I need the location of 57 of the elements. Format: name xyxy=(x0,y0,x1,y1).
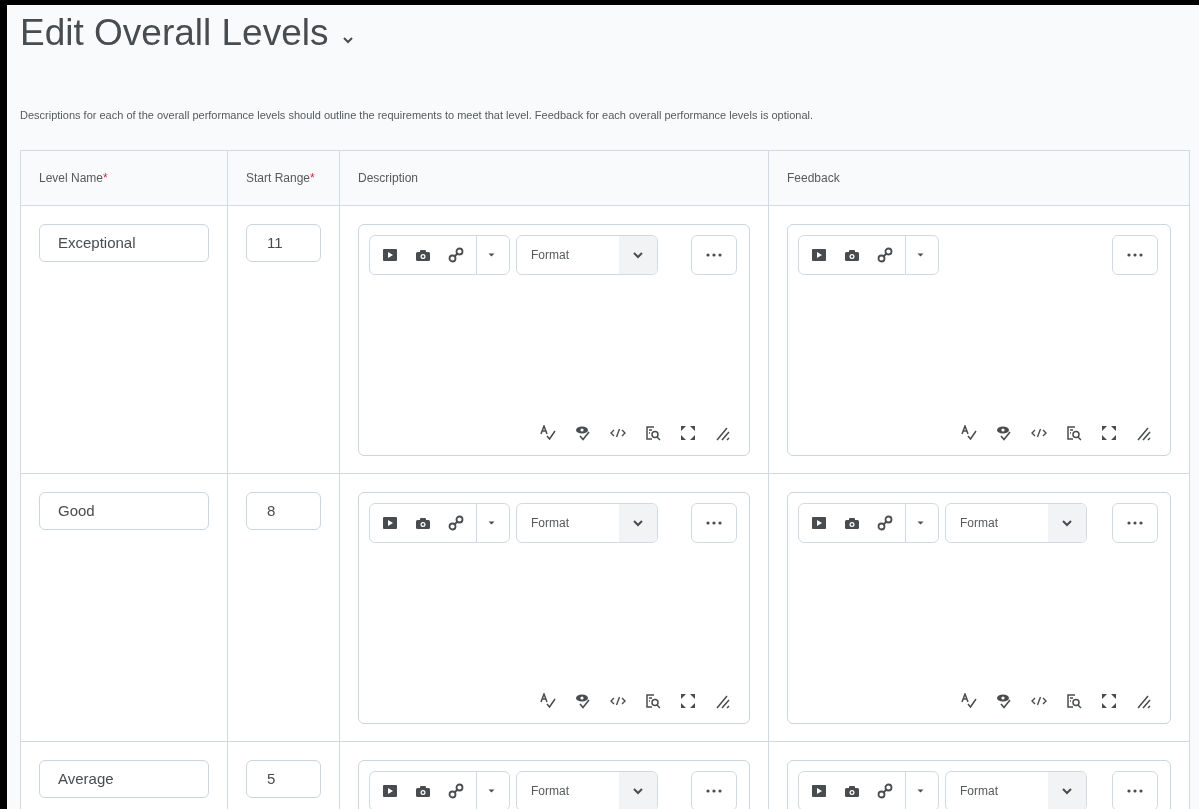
fullscreen-icon[interactable] xyxy=(1101,424,1117,441)
rich-text-editor[interactable]: Format xyxy=(358,491,750,724)
fullscreen-icon[interactable] xyxy=(680,692,696,709)
intro-text: Descriptions for each of the overall performance levels should outline the requirements to meet that level. Feedback for each overall performance levels is optional. xyxy=(20,108,815,123)
column-header: Feedback xyxy=(787,170,840,185)
page-title: Edit Overall Levels xyxy=(20,11,329,55)
format-dropdown[interactable]: Format xyxy=(516,234,658,275)
preview-icon[interactable] xyxy=(1066,424,1082,441)
preview-icon[interactable] xyxy=(645,424,661,441)
link-icon[interactable] xyxy=(448,782,464,799)
more-icon xyxy=(706,252,722,257)
format-dropdown[interactable]: Format xyxy=(945,770,1087,809)
link-icon[interactable] xyxy=(877,246,893,263)
start-range-input[interactable]: 5 xyxy=(246,759,321,798)
start-range-input[interactable]: 11 xyxy=(246,223,321,262)
eye-check-icon[interactable] xyxy=(575,692,591,709)
video-icon[interactable] xyxy=(811,782,827,799)
spellcheck-icon[interactable] xyxy=(961,424,977,441)
spellcheck-icon[interactable] xyxy=(540,692,556,709)
link-icon[interactable] xyxy=(877,782,893,799)
more-icon xyxy=(706,520,722,525)
level-name-input[interactable]: Exceptional xyxy=(39,223,209,262)
eye-check-icon[interactable] xyxy=(996,424,1012,441)
video-icon[interactable] xyxy=(382,246,398,263)
link-icon[interactable] xyxy=(877,514,893,531)
eye-check-icon[interactable] xyxy=(996,692,1012,709)
rich-text-editor[interactable]: Format xyxy=(358,223,750,456)
video-icon[interactable] xyxy=(811,246,827,263)
start-range-input[interactable]: 8 xyxy=(246,491,321,530)
fullscreen-icon[interactable] xyxy=(680,424,696,441)
more-icon xyxy=(706,788,722,793)
format-dropdown[interactable]: Format xyxy=(516,502,658,543)
spellcheck-icon[interactable] xyxy=(961,692,977,709)
video-icon[interactable] xyxy=(811,514,827,531)
more-icon xyxy=(1127,252,1143,257)
rich-text-editor[interactable]: Format xyxy=(358,759,750,809)
spellcheck-icon[interactable] xyxy=(540,424,556,441)
preview-icon[interactable] xyxy=(1066,692,1082,709)
video-icon[interactable] xyxy=(382,514,398,531)
rich-text-editor[interactable]: Format xyxy=(787,491,1171,724)
eye-check-icon[interactable] xyxy=(575,424,591,441)
preview-icon[interactable] xyxy=(645,692,661,709)
column-header: Level Name* xyxy=(39,170,108,185)
column-header: Description xyxy=(358,170,419,185)
link-icon[interactable] xyxy=(448,514,464,531)
format-dropdown[interactable]: Format xyxy=(516,770,658,809)
rich-text-editor[interactable]: Format xyxy=(787,759,1171,809)
format-dropdown[interactable]: Format xyxy=(945,502,1087,543)
more-icon xyxy=(1127,520,1143,525)
more-icon xyxy=(1127,788,1143,793)
link-icon[interactable] xyxy=(448,246,464,263)
fullscreen-icon[interactable] xyxy=(1101,692,1117,709)
video-icon[interactable] xyxy=(382,782,398,799)
level-name-input[interactable]: Average xyxy=(39,759,209,798)
chevron-down-icon[interactable] xyxy=(342,35,355,45)
column-header: Start Range* xyxy=(246,170,315,185)
level-name-input[interactable]: Good xyxy=(39,491,209,530)
